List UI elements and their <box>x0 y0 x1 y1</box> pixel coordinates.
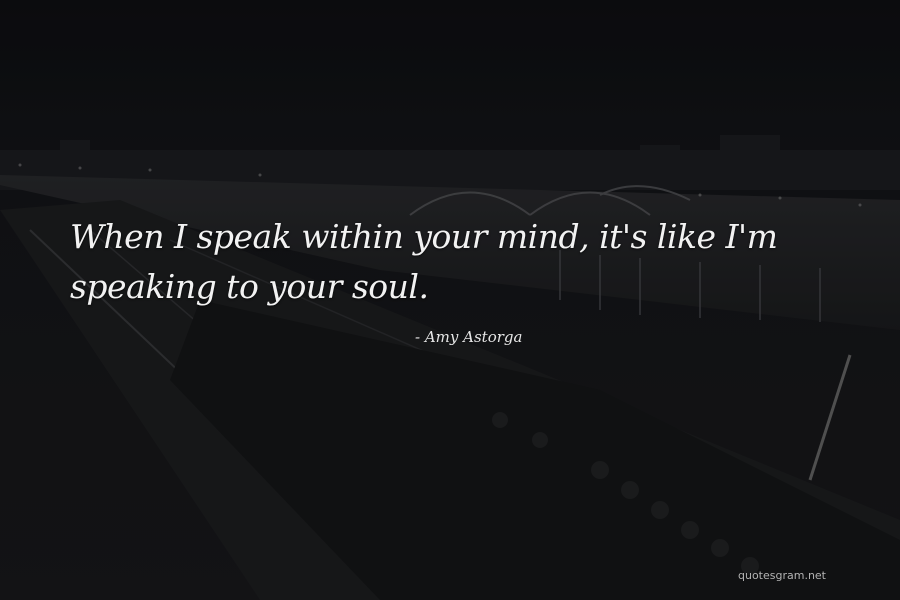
quote-text: When I speak within your mind, it's like… <box>70 217 778 306</box>
watermark: quotesgram.net <box>737 569 826 582</box>
quote-author: - Amy Astorga <box>415 328 523 346</box>
